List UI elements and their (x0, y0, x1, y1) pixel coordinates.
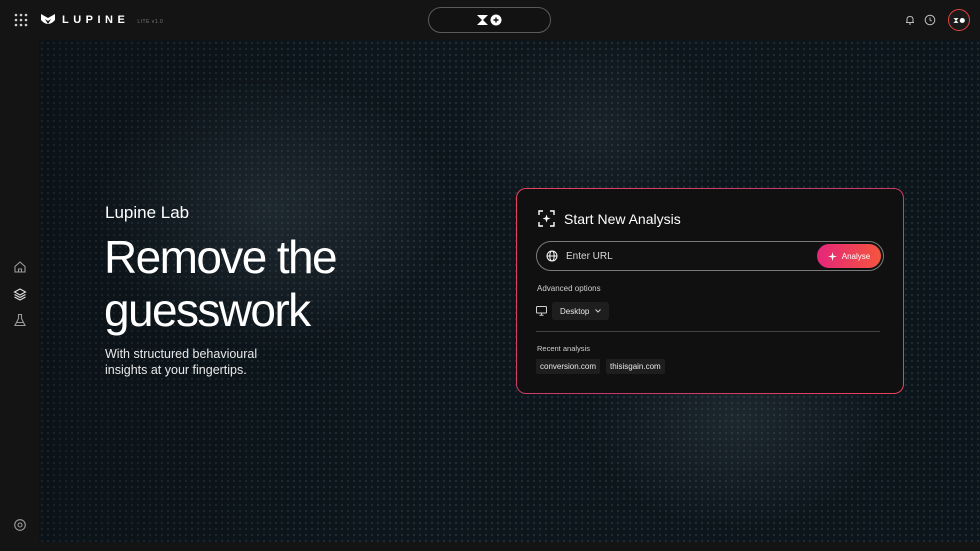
card-header: Start New Analysis (538, 210, 681, 227)
center-logo-button[interactable] (428, 7, 551, 33)
chevron-down-icon (595, 309, 602, 313)
grid-icon[interactable] (14, 13, 28, 27)
home-icon[interactable] (13, 260, 27, 274)
lupine-logo-icon (41, 14, 55, 24)
recent-item[interactable]: thisisgain.com (606, 359, 665, 374)
analyse-button[interactable]: Analyse (817, 244, 881, 268)
url-bar: Analyse (536, 241, 884, 271)
top-right-actions (904, 9, 970, 31)
subtext-line-1: With structured behavioural (105, 347, 258, 361)
card-title: Start New Analysis (564, 210, 681, 227)
app-name: LUPINE (62, 14, 130, 26)
top-bar: LUPINE LITE v1.0 (0, 0, 980, 40)
sparkle-icon (827, 251, 837, 261)
lab-title: Lupine Lab (105, 203, 190, 222)
device-select-value: Desktop (560, 306, 590, 316)
subtext-line-2: insights at your fingertips. (105, 363, 247, 377)
xa-logo-icon (952, 17, 965, 23)
analyse-button-label: Analyse (841, 251, 871, 261)
hero-headline: Remove the guesswork (104, 231, 424, 337)
bell-icon[interactable] (904, 14, 916, 26)
flask-icon[interactable] (13, 313, 27, 327)
hero-subtext: With structured behavioural insights at … (105, 346, 325, 378)
xa-logo-icon (476, 14, 501, 26)
url-input[interactable] (564, 246, 804, 266)
analysis-card: Start New Analysis Analyse Advanced opti… (516, 188, 904, 394)
advanced-options-label: Advanced options (537, 284, 601, 293)
recent-item[interactable]: conversion.com (536, 359, 601, 374)
avatar[interactable] (948, 9, 970, 31)
analysis-card-body: Start New Analysis Analyse Advanced opti… (517, 189, 903, 393)
gear-icon[interactable] (13, 518, 27, 532)
recent-analysis-label: Recent analysis (537, 344, 590, 353)
headline-line-2: guesswork (104, 284, 311, 336)
headline-line-1: Remove the (104, 231, 338, 283)
layers-icon[interactable] (13, 287, 27, 301)
globe-icon (546, 250, 558, 262)
monitor-icon (536, 306, 547, 316)
recent-analysis-list: conversion.com thisisgain.com (536, 359, 665, 374)
divider (536, 331, 880, 332)
scan-icon (538, 210, 555, 227)
device-select[interactable]: Desktop (552, 302, 610, 320)
clock-icon[interactable] (924, 14, 936, 26)
brand[interactable]: LUPINE LITE v1.0 (40, 12, 163, 28)
app-version: LITE v1.0 (137, 18, 164, 25)
